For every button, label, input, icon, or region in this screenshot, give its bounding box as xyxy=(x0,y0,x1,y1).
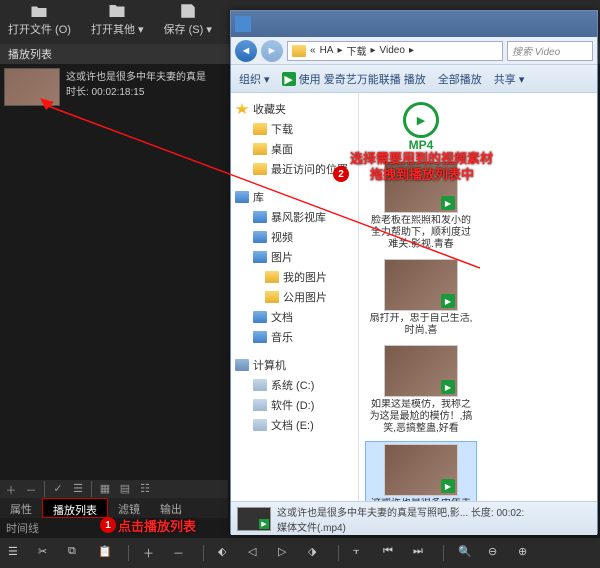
tree-item[interactable]: 文档 (E:) xyxy=(235,415,354,435)
tree-item[interactable]: 系统 (C:) xyxy=(235,375,354,395)
add2-icon[interactable]: ＋ xyxy=(143,545,159,561)
tree-item[interactable]: 视频 xyxy=(235,227,354,247)
annotation-text-2b: 拖拽到播放列表中 xyxy=(370,164,474,183)
tree-item[interactable]: 图片 xyxy=(235,247,354,267)
add-icon[interactable]: ＋ xyxy=(4,482,18,496)
tab-properties[interactable]: 属性 xyxy=(0,498,42,518)
tab-filters[interactable]: 滤镜 xyxy=(108,498,150,518)
status-thumbnail: ▶ xyxy=(237,507,271,531)
star-icon xyxy=(235,103,249,115)
tree-item[interactable]: 我的图片 xyxy=(235,267,354,287)
tree-item[interactable]: 桌面 xyxy=(235,139,354,159)
save-label: 保存 (S) ▾ xyxy=(164,21,212,37)
library-icon xyxy=(235,191,249,203)
video-thumbnail: ▶ xyxy=(384,444,458,496)
status-filename: 这或许也是很多中年夫妻的真是写照吧,影... xyxy=(277,508,468,519)
tiles-icon[interactable]: ▤ xyxy=(118,482,132,496)
tab-playlist[interactable]: 播放列表 xyxy=(42,498,108,518)
tree-item[interactable]: 音乐 xyxy=(235,327,354,347)
playlist-item[interactable]: 这或许也是很多中年夫妻的真是 时长: 00:02:18:15 xyxy=(0,64,228,110)
open-other-button[interactable]: 打开其他 ▾ xyxy=(91,2,144,42)
play-icon: ▶ xyxy=(282,72,296,86)
nav-tree[interactable]: 收藏夹 下载 桌面 最近访问的位置 库 暴风影视库 视频 图片 我的图片 公用图… xyxy=(231,93,359,501)
folder-icon xyxy=(107,2,127,20)
video-thumbnail: ▶ xyxy=(384,345,458,397)
align-right-icon[interactable]: ⬗ xyxy=(308,545,324,561)
explorer-window: ◄ ► « HA ▸ 下载 ▸ Video ▸ 搜索 Video 组织 ▾ ▶ … xyxy=(230,10,598,534)
folder-icon xyxy=(292,45,306,57)
open-file-label: 打开文件 (O) xyxy=(8,21,71,37)
playlist-item-duration: 时长: 00:02:18:15 xyxy=(66,83,206,98)
timeline-label: 时间线 xyxy=(6,520,39,536)
paste-icon[interactable]: 📋 xyxy=(98,545,114,561)
grid-icon[interactable]: ▦ xyxy=(98,482,112,496)
remove2-icon[interactable]: － xyxy=(173,545,189,561)
zoomout-icon[interactable]: ⊖ xyxy=(488,545,504,561)
file-name: 脸老板在熙照和发小的全力帮助下，顺利度过难关.影视.青春 xyxy=(367,215,475,251)
tree-item[interactable]: 软件 (D:) xyxy=(235,395,354,415)
mp4-icon: ▶MP4 xyxy=(391,101,451,153)
save-icon xyxy=(178,2,198,20)
list-icon[interactable]: ☰ xyxy=(71,482,85,496)
cut-icon[interactable]: ✂ xyxy=(38,545,54,561)
menu-icon[interactable]: ☰ xyxy=(8,545,24,561)
video-thumbnail: ▶ xyxy=(384,259,458,311)
play-badge-icon: ▶ xyxy=(441,196,455,210)
play-badge-icon: ▶ xyxy=(441,294,455,308)
playlist-area[interactable]: 这或许也是很多中年夫妻的真是 时长: 00:02:18:15 xyxy=(0,64,228,494)
address-bar[interactable]: « HA ▸ 下载 ▸ Video ▸ xyxy=(287,41,503,61)
file-name: 这或许也是很多中年夫妻的真是写照吧,影视,爱情片,好看视频.mp4 xyxy=(368,498,474,501)
toolbar-organize[interactable]: 组织 ▾ xyxy=(239,71,270,87)
prev-icon[interactable]: ⏮ xyxy=(383,545,399,561)
annotation-text-1: 点击播放列表 xyxy=(118,516,196,535)
play-badge-icon: ▶ xyxy=(441,479,455,493)
tree-item[interactable]: 暴风影视库 xyxy=(235,207,354,227)
file-name: 扇打开，忠于自己生活,时尚,喜 xyxy=(367,313,475,337)
tree-item[interactable]: 公用图片 xyxy=(235,287,354,307)
play-badge-icon: ▶ xyxy=(441,380,455,394)
toolbar-share[interactable]: 共享 ▾ xyxy=(494,71,525,87)
playlist-thumbnail xyxy=(4,68,60,106)
tree-item[interactable]: 下载 xyxy=(235,119,354,139)
annotation-marker-2: 2 xyxy=(333,166,349,182)
nav-back-button[interactable]: ◄ xyxy=(235,40,257,62)
folder-open-icon xyxy=(29,2,49,20)
file-name: 如果这是模仿，我称之为这是最尬的模仿！,搞笑,恶搞整蛊,好看 xyxy=(367,399,475,435)
open-other-label: 打开其他 ▾ xyxy=(91,21,144,37)
check-icon[interactable]: ✓ xyxy=(51,482,65,496)
detail-icon[interactable]: ☷ xyxy=(138,482,152,496)
file-item[interactable]: ▶ 如果这是模仿，我称之为这是最尬的模仿！,搞笑,恶搞整蛊,好看 xyxy=(365,343,477,437)
window-icon xyxy=(235,16,251,32)
zoom-icon[interactable]: 🔍 xyxy=(458,545,474,561)
remove-icon[interactable]: － xyxy=(24,482,38,496)
split-icon[interactable]: ⫟ xyxy=(353,545,369,561)
file-item[interactable]: ▶MP4 xyxy=(365,99,477,155)
zoomin-icon[interactable]: ⊕ xyxy=(518,545,534,561)
status-filetype: 媒体文件(.mp4) xyxy=(277,519,524,534)
tree-item[interactable]: 文档 xyxy=(235,307,354,327)
toolbar-play[interactable]: ▶ 使用 爱奇艺万能联播 播放 xyxy=(282,71,426,87)
open-file-button[interactable]: 打开文件 (O) xyxy=(8,2,71,42)
nav-fwd-button[interactable]: ► xyxy=(261,40,283,62)
annotation-marker-1: 1 xyxy=(100,517,116,533)
align-left-icon[interactable]: ⬖ xyxy=(218,545,234,561)
search-input[interactable]: 搜索 Video xyxy=(507,41,593,61)
arrow-left-icon[interactable]: ◁ xyxy=(248,545,264,561)
arrow-right-icon[interactable]: ▷ xyxy=(278,545,294,561)
playlist-item-title: 这或许也是很多中年夫妻的真是 xyxy=(66,68,206,83)
file-item[interactable]: ▶ 扇打开，忠于自己生活,时尚,喜 xyxy=(365,257,477,339)
next-icon[interactable]: ⏭ xyxy=(413,545,429,561)
save-button[interactable]: 保存 (S) ▾ xyxy=(164,2,212,42)
toolbar-playall[interactable]: 全部播放 xyxy=(438,71,482,87)
computer-icon xyxy=(235,359,249,371)
file-item[interactable]: ▶ 这或许也是很多中年夫妻的真是写照吧,影视,爱情片,好看视频.mp4 xyxy=(365,441,477,501)
copy-icon[interactable]: ⧉ xyxy=(68,545,84,561)
tab-output[interactable]: 输出 xyxy=(150,498,192,518)
